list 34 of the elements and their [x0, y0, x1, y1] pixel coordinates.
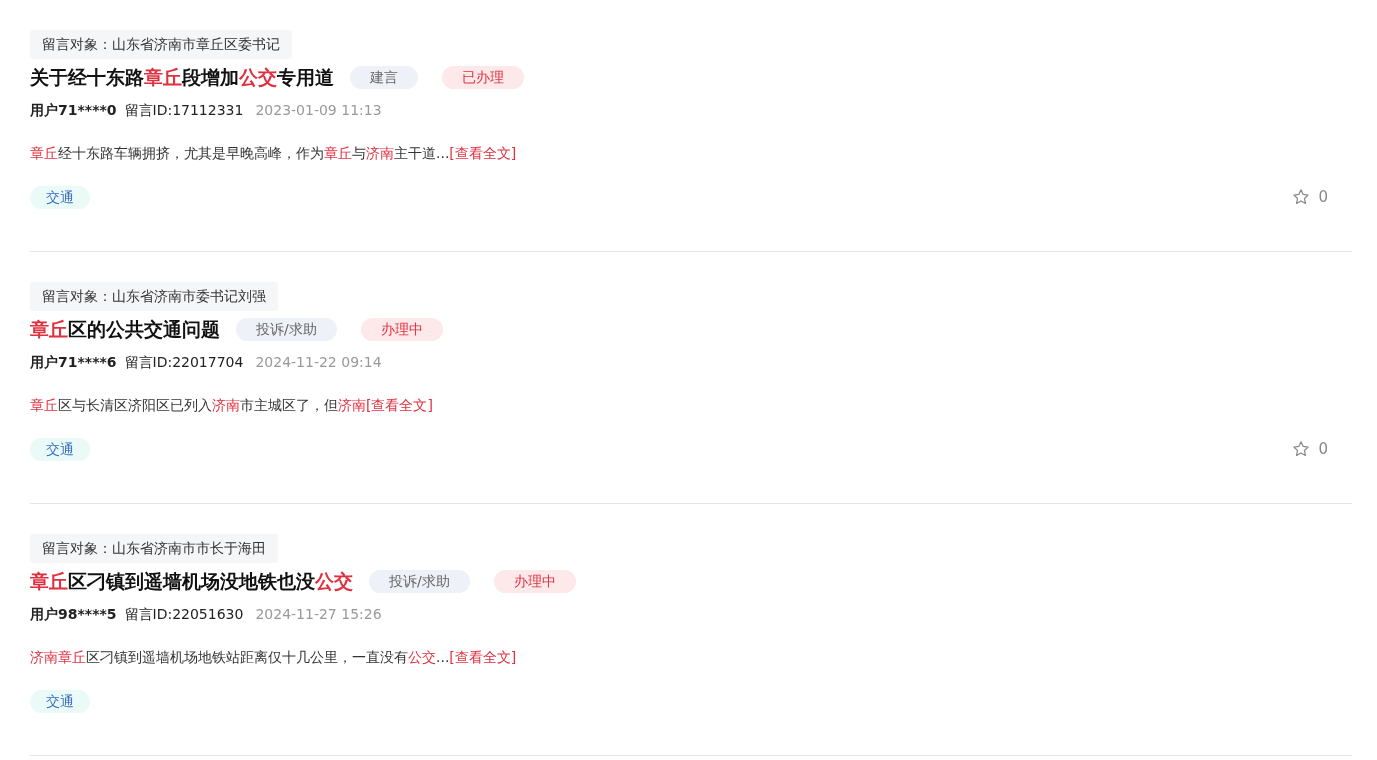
recipient-label: 留言对象：山东省济南市章丘区委书记	[30, 30, 292, 59]
message-id: 留言ID:17112331	[124, 100, 244, 120]
username: 用户71****0	[30, 100, 117, 120]
username: 用户98****5	[30, 604, 117, 624]
post-title[interactable]: 关于经十东路章丘段增加公交专用道	[30, 63, 334, 92]
topic-tag[interactable]: 交通	[30, 689, 90, 713]
excerpt-text: 章丘经十东路车辆拥挤，尤其是早晚高峰，作为章丘与济南主干道...[查看全文]	[30, 143, 518, 163]
post-title[interactable]: 章丘区刁镇到遥墙机场没地铁也没公交	[30, 567, 353, 596]
star-icon[interactable]	[1292, 188, 1311, 206]
category-badge: 投诉/求助	[236, 317, 337, 341]
category-badge: 投诉/求助	[369, 569, 470, 593]
recipient-label: 留言对象：山东省济南市委书记刘强	[30, 282, 278, 311]
recipient-label: 留言对象：山东省济南市市长于海田	[30, 534, 278, 563]
status-badge: 办理中	[493, 569, 576, 593]
excerpt-text: 济南章丘区刁镇到遥墙机场地铁站距离仅十几公里，一直没有公交...[查看全文]	[30, 647, 518, 667]
category-badge: 建言	[350, 65, 418, 89]
timestamp: 2023-01-09 11:13	[255, 100, 382, 120]
post-title[interactable]: 章丘区的公共交通问题	[30, 315, 220, 344]
like-count: 0	[1318, 438, 1328, 460]
timestamp: 2024-11-27 15:26	[255, 604, 382, 624]
status-badge: 办理中	[360, 317, 443, 341]
timestamp: 2024-11-22 09:14	[255, 352, 382, 372]
read-more-link[interactable]: [查看全文]	[449, 144, 517, 161]
like-count: 0	[1318, 186, 1328, 208]
topic-tag[interactable]: 交通	[30, 437, 90, 461]
excerpt-text: 章丘区与长清区济阳区已列入济南市主城区了，但济南[查看全文]	[30, 395, 434, 415]
star-icon[interactable]	[1292, 440, 1311, 458]
topic-tag[interactable]: 交通	[30, 185, 90, 209]
read-more-link[interactable]: [查看全文]	[449, 648, 517, 665]
message-id: 留言ID:22017704	[124, 352, 244, 372]
username: 用户71****6	[30, 352, 117, 372]
read-more-link[interactable]: [查看全文]	[366, 396, 433, 413]
status-badge: 已办理	[442, 65, 524, 89]
message-id: 留言ID:22051630	[124, 604, 244, 624]
